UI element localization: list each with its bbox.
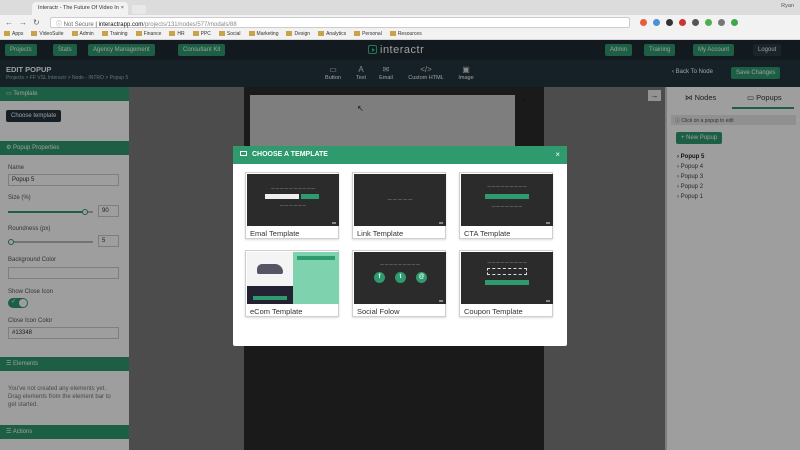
extension-icon[interactable]	[653, 19, 660, 26]
new-tab-button[interactable]	[132, 5, 146, 14]
template-card-social[interactable]: — — — — — — — — — f t @ Social Folow	[352, 250, 446, 317]
bookmark-item[interactable]: Personal	[354, 31, 382, 37]
security-indicator: ⓘ Not Secure	[56, 22, 94, 28]
template-card-coupon[interactable]: — — — — — — — — — Coupon Template	[459, 250, 553, 317]
extension-icons	[640, 19, 744, 26]
bookmark-item[interactable]: Marketing	[249, 31, 279, 37]
template-thumbnail	[247, 252, 339, 304]
bookmark-item[interactable]: Resources	[390, 31, 422, 37]
reload-icon[interactable]: ↻	[33, 18, 40, 27]
bookmark-item[interactable]: HR	[169, 31, 184, 37]
choose-template-modal: CHOOSE A TEMPLATE × — — — — — — — — — — …	[233, 146, 567, 346]
facebook-icon: f	[374, 272, 385, 283]
modal-title: CHOOSE A TEMPLATE	[252, 151, 328, 158]
bookmarks-bar: Apps VideoSuite Admin Training Finance HR PPC S…	[0, 30, 800, 40]
url-field[interactable]: ⓘ Not Secure | interactrapp.com/projects…	[50, 17, 630, 28]
extension-icon[interactable]	[666, 19, 673, 26]
url-host: interactrapp.com	[98, 22, 144, 28]
twitter-icon: t	[395, 272, 406, 283]
browser-tabbar: Interactr - The Future Of Video In × Rya…	[0, 0, 800, 15]
bookmark-item[interactable]: Social	[219, 31, 241, 37]
template-thumbnail: — — — — — — — — — — — — — — — —	[247, 174, 339, 226]
folder-icon	[240, 151, 247, 156]
url-path: /projects/131/nodes/577/modals/88	[143, 22, 237, 28]
extension-icon[interactable]	[731, 19, 738, 26]
template-label: Link Template	[357, 229, 404, 238]
address-bar-row: ← → ↻ ⓘ Not Secure | interactrapp.com/pr…	[0, 15, 800, 30]
browser-tab[interactable]: Interactr - The Future Of Video In ×	[32, 2, 128, 15]
browser-user-name[interactable]: Ryan	[781, 3, 794, 9]
template-label: CTA Template	[464, 229, 511, 238]
template-thumbnail: — — — — — — — — —	[461, 252, 553, 304]
tab-close-icon[interactable]: ×	[121, 5, 124, 11]
template-card-ecom[interactable]: eCom Template	[245, 250, 339, 317]
bookmark-item[interactable]: Finance	[136, 31, 162, 37]
extension-icon[interactable]	[705, 19, 712, 26]
template-thumbnail: — — — — — — — — — — — — — — — —	[461, 174, 553, 226]
bookmark-item[interactable]: Apps	[4, 31, 23, 37]
extension-icon[interactable]	[692, 19, 699, 26]
forward-arrow-icon[interactable]: →	[19, 18, 27, 27]
template-label: Social Folow	[357, 307, 400, 316]
template-label: Emal Template	[250, 229, 300, 238]
modal-close-icon[interactable]: ×	[555, 150, 560, 159]
template-card-cta[interactable]: — — — — — — — — — — — — — — — — CTA Temp…	[459, 172, 553, 239]
extension-icon[interactable]	[640, 19, 647, 26]
template-thumbnail: — — — — —	[354, 174, 446, 226]
bookmark-item[interactable]: VideoSuite	[31, 31, 63, 37]
bookmark-item[interactable]: Design	[286, 31, 310, 37]
bookmark-item[interactable]: Training	[102, 31, 128, 37]
template-card-email[interactable]: — — — — — — — — — — — — — — — — Emal Tem…	[245, 172, 339, 239]
bookmark-item[interactable]: PPC	[193, 31, 211, 37]
extension-icon[interactable]	[679, 19, 686, 26]
template-thumbnail: — — — — — — — — — f t @	[354, 252, 446, 304]
extension-icon[interactable]	[718, 19, 725, 26]
tab-title: Interactr - The Future Of Video In	[38, 5, 119, 11]
template-card-link[interactable]: — — — — — Link Template	[352, 172, 446, 239]
bookmark-item[interactable]: Analytics	[318, 31, 346, 37]
bookmark-item[interactable]: Admin	[72, 31, 94, 37]
template-label: Coupon Template	[464, 307, 523, 316]
template-label: eCom Template	[250, 307, 303, 316]
modal-header: CHOOSE A TEMPLATE	[233, 146, 567, 164]
back-arrow-icon[interactable]: ←	[5, 18, 13, 27]
email-icon: @	[416, 272, 427, 283]
